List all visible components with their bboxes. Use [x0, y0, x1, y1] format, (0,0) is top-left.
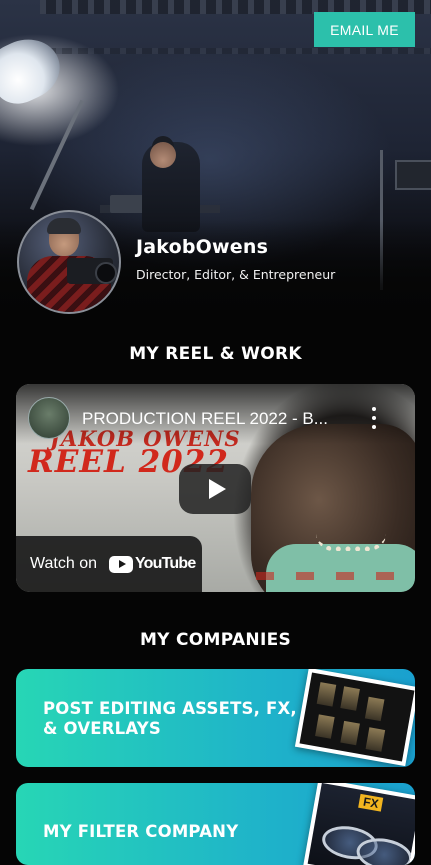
play-button[interactable]: [179, 464, 251, 514]
more-vertical-icon[interactable]: [368, 407, 380, 429]
company-card-label: POST EDITING ASSETS, FX, & OVERLAYS: [43, 699, 297, 739]
profile-name: JakobOwens: [136, 236, 269, 258]
video-overlay-marks: [256, 572, 406, 580]
studio-light-stand: [29, 99, 85, 211]
video-thumbnail-shirt: [266, 544, 415, 592]
youtube-logo-icon: YouTube: [109, 555, 196, 573]
avatar-camera-lens: [95, 262, 117, 284]
video-title[interactable]: PRODUCTION REEL 2022 - B...: [82, 409, 328, 429]
section-title-reel: MY REEL & WORK: [129, 344, 302, 364]
avatar: [17, 210, 121, 314]
email-me-button[interactable]: EMAIL ME: [314, 12, 415, 47]
company-card-thumbnail: [294, 669, 415, 767]
play-icon: [208, 479, 226, 499]
section-title-companies: MY COMPANIES: [139, 630, 292, 650]
company-card-label: MY FILTER COMPANY: [43, 822, 239, 841]
profile-tagline: Director, Editor, & Entrepreneur: [136, 267, 336, 282]
youtube-video-embed[interactable]: JAKOB OWENS REEL 2022 PRODUCTION REEL 20…: [16, 384, 415, 592]
studio-person-head: [150, 142, 176, 168]
c-stand-light: [395, 160, 431, 190]
studio-light: [0, 28, 70, 112]
avatar-beanie: [47, 218, 81, 234]
fx-badge: FX: [358, 793, 384, 812]
company-card-label-line2: & OVERLAYS: [43, 719, 161, 738]
company-card-label-line1: POST EDITING ASSETS, FX,: [43, 699, 297, 718]
lighting-truss-lower: [40, 48, 431, 54]
watch-on-label: Watch on: [30, 555, 97, 572]
company-card-post-editing-assets[interactable]: POST EDITING ASSETS, FX, & OVERLAYS: [16, 669, 415, 767]
video-thumbnail-necklace: [316, 534, 386, 551]
laptop: [110, 195, 144, 213]
youtube-wordmark: YouTube: [135, 555, 196, 572]
channel-avatar[interactable]: [28, 397, 70, 439]
watch-on-youtube-button[interactable]: Watch on YouTube: [16, 536, 202, 592]
